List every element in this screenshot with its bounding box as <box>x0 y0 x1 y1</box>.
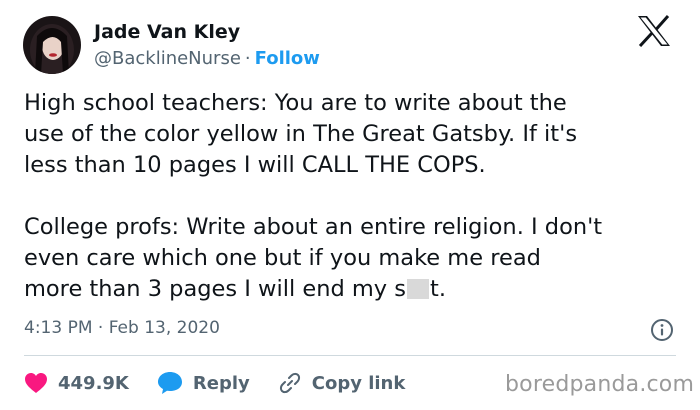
divider <box>24 355 676 356</box>
censor-block <box>407 279 429 299</box>
copy-link-button[interactable]: Copy link <box>278 371 406 395</box>
tweet-line: less than 10 pages I will CALL THE COPS. <box>24 152 486 178</box>
tweet-timestamp[interactable]: 4:13 PM · Feb 13, 2020 <box>24 318 220 338</box>
tweet-line: even care which one but if you make me r… <box>24 245 541 271</box>
author-name[interactable]: Jade Van Kley <box>94 21 240 43</box>
like-count: 449.9K <box>58 372 129 394</box>
like-button[interactable]: 449.9K <box>24 372 129 394</box>
reply-button[interactable]: Reply <box>157 371 250 395</box>
separator-dot: · <box>244 48 251 69</box>
x-logo-icon[interactable] <box>637 15 671 47</box>
tweet-text-segment: t. <box>430 276 446 302</box>
tweet-line: use of the color yellow in The Great Gat… <box>24 121 578 147</box>
avatar-photo <box>23 16 81 74</box>
link-icon <box>279 372 300 394</box>
avatar[interactable] <box>23 16 81 74</box>
follow-button[interactable]: Follow <box>255 48 320 69</box>
tweet-line: more than 3 pages I will end my s t. <box>24 274 684 305</box>
tweet-body: High school teachers: You are to write a… <box>24 88 684 305</box>
author-handle[interactable]: @BacklineNurse <box>94 48 241 69</box>
action-bar: 449.9K Reply Copy link <box>24 370 433 396</box>
author-meta: @BacklineNurse · Follow <box>94 48 320 69</box>
info-icon[interactable] <box>650 318 674 342</box>
tweet-line: College profs: Write about an entire rel… <box>24 214 603 240</box>
copy-link-label: Copy link <box>311 372 406 394</box>
tweet-line: High school teachers: You are to write a… <box>24 90 567 116</box>
reply-bubble-icon <box>157 372 182 394</box>
watermark: boredpanda.com <box>505 372 695 397</box>
reply-label: Reply <box>192 372 250 394</box>
tweet-text-segment: more than 3 pages I will end my s <box>24 276 406 302</box>
heart-icon <box>25 373 47 393</box>
